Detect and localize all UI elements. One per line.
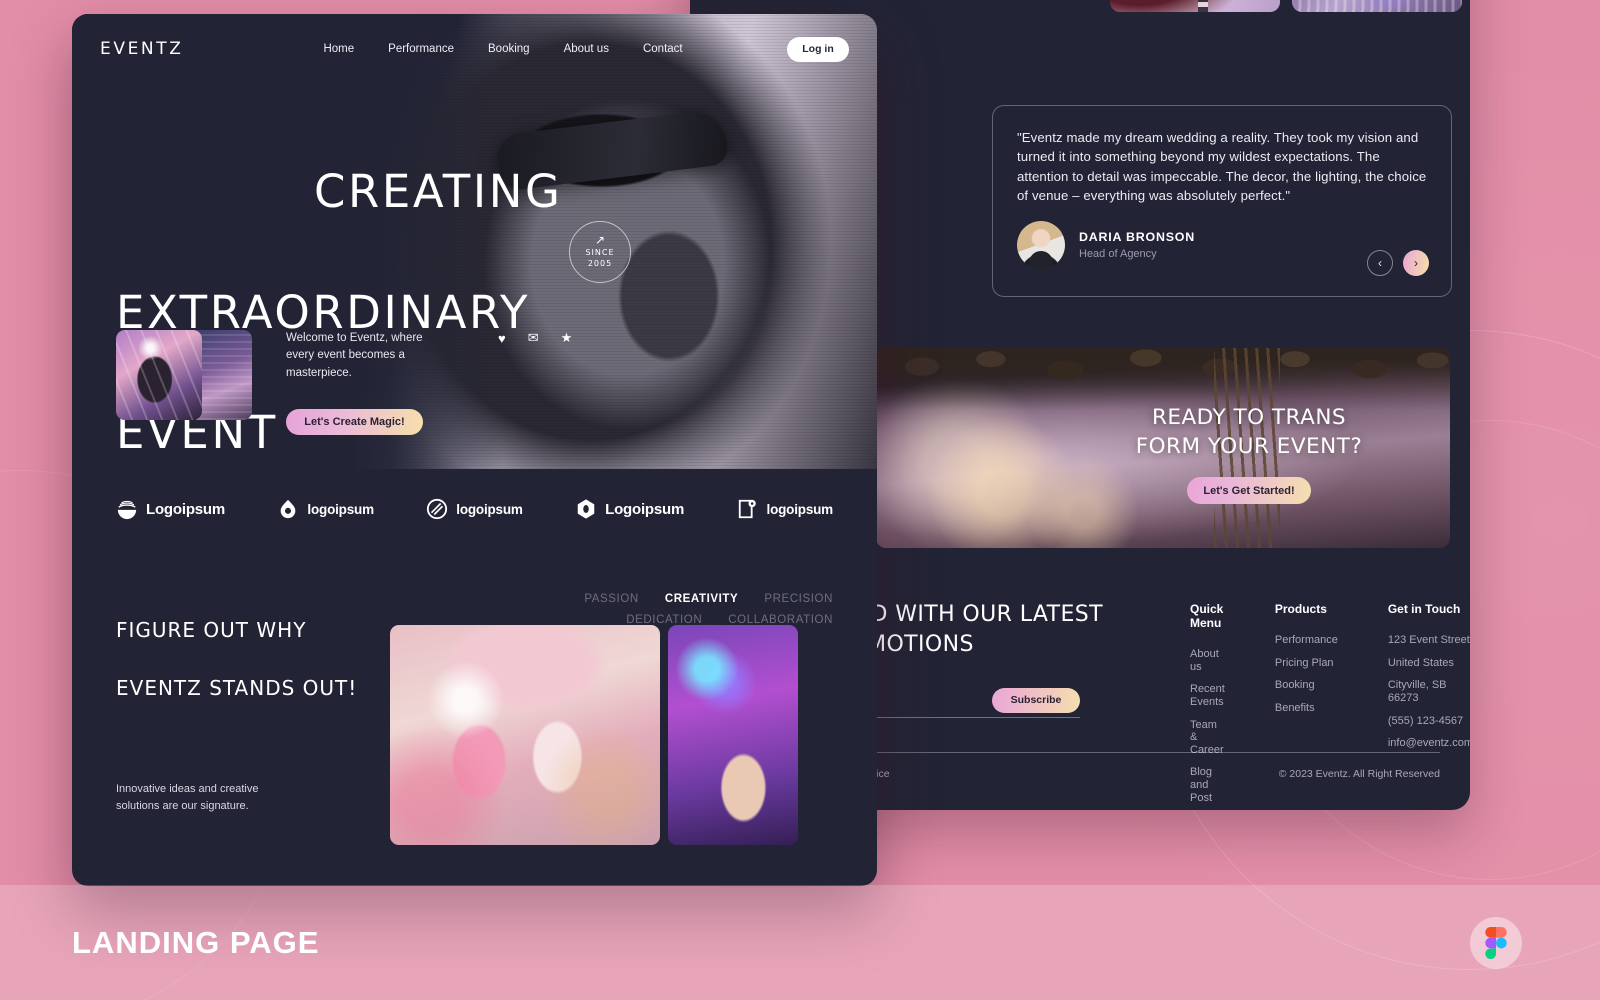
cta-foliage-decoration — [876, 348, 1450, 410]
gallery-peek — [1110, 0, 1462, 12]
partner-logo-label: Logoipsum — [146, 500, 226, 518]
footer-address-line: 123 Event Street — [1387, 634, 1470, 646]
nav-link-booking[interactable]: Booking — [488, 43, 530, 55]
section-title: FIGURE OUT WHY EVENTZ STANDS OUT! — [116, 587, 357, 703]
mail-icon[interactable]: ✉ — [528, 330, 539, 346]
testimonial-nav: ‹ › — [1367, 250, 1429, 276]
nav-link-contact[interactable]: Contact — [643, 43, 683, 55]
landing-page-card: EVENTZ Home Performance Booking About us… — [72, 14, 877, 886]
hero-section: EVENTZ Home Performance Booking About us… — [72, 14, 877, 469]
footer-link[interactable]: Booking — [1275, 679, 1338, 692]
figure-gallery-image-2[interactable] — [668, 625, 798, 845]
nav-link-performance[interactable]: Performance — [388, 43, 454, 55]
testimonial-author-block: DARIA BRONSON Head of Agency — [1017, 221, 1427, 270]
footer-link[interactable]: Performance — [1275, 634, 1338, 647]
square-dot-icon — [738, 499, 756, 519]
footer-link[interactable]: Benefits — [1275, 702, 1338, 715]
partner-logo-label: logoipsum — [766, 501, 834, 517]
figma-icon — [1485, 926, 1507, 959]
nav-link-home[interactable]: Home — [323, 43, 354, 55]
testimonial-card: "Eventz made my dream wedding a reality.… — [992, 105, 1452, 297]
footer-heading: Products — [1274, 602, 1327, 616]
nav-links: Home Performance Booking About us Contac… — [323, 43, 682, 55]
section-title-line-1: FIGURE OUT WHY — [116, 618, 307, 642]
partner-logo-1[interactable]: Logoipsum — [116, 498, 225, 520]
cta-title-line-2: FORM YOUR EVENT? — [1135, 433, 1363, 459]
footer-link[interactable]: Team & Career — [1190, 719, 1225, 757]
waves-bowl-icon — [117, 500, 137, 520]
figure-note: Innovative ideas and creative solutions … — [116, 783, 259, 812]
section-title-line-2: EVENTZ STANDS OUT! — [116, 676, 358, 700]
footer-link[interactable]: Pricing Plan — [1275, 657, 1338, 670]
figure-gallery-image-1[interactable] — [390, 625, 660, 845]
partner-logo-4[interactable]: Logoipsum — [575, 498, 684, 520]
hero-thumbnail-2[interactable] — [196, 329, 252, 420]
tag-precision[interactable]: PRECISION — [764, 593, 833, 605]
subscribe-button[interactable]: Subscribe — [992, 687, 1080, 713]
figure-gallery — [390, 625, 798, 845]
arrow-up-right-icon: ↗ — [594, 233, 606, 248]
footer-address-line: Cityville, SB 66273 — [1387, 679, 1447, 704]
testimonial-quote: "Eventz made my dream wedding a reality.… — [1017, 130, 1427, 203]
cta-banner-title: READY TO TRANS FORM YOUR EVENT? — [1084, 404, 1414, 461]
since-year: 2005 — [587, 259, 613, 268]
cta-banner: READY TO TRANS FORM YOUR EVENT? Let's Ge… — [876, 348, 1450, 548]
heart-icon[interactable]: ♥ — [498, 331, 506, 346]
carousel-prev-icon[interactable]: ‹ — [1367, 250, 1393, 276]
figma-badge — [1470, 916, 1522, 969]
star-icon[interactable]: ★ — [561, 330, 573, 346]
droplet-icon — [281, 499, 296, 519]
tag-creativity[interactable]: CREATIVITY — [665, 593, 739, 605]
figure-out-why-section: FIGURE OUT WHY EVENTZ STANDS OUT! PASSIO… — [72, 549, 877, 845]
cta-title-line-1: READY TO TRANS — [1151, 405, 1347, 430]
hero-social-icons: ♥ ✉ ★ — [498, 330, 572, 349]
avatar — [1017, 221, 1065, 270]
copyright-text: © 2023 Eventz. All Right Reserved — [1278, 768, 1440, 780]
tag-passion[interactable]: PASSION — [584, 593, 638, 605]
partner-logos-strip: Logoipsum logoipsum logoipsum Logoipsum — [72, 469, 877, 549]
hexagon-icon — [577, 499, 595, 519]
create-magic-button[interactable]: Let's Create Magic! — [286, 409, 423, 435]
gallery-image-1 — [1110, 0, 1280, 12]
partner-logo-3[interactable]: logoipsum — [426, 498, 523, 520]
testimonial-author-role: Head of Agency — [1079, 248, 1157, 261]
circle-slash-icon — [427, 498, 448, 520]
get-started-button[interactable]: Let's Get Started! — [1187, 477, 1311, 505]
hero-bottom-row: Welcome to Eventz, where every event bec… — [116, 329, 572, 435]
footer-link[interactable]: Recent Events — [1190, 683, 1225, 708]
brand-logo[interactable]: EVENTZ — [100, 39, 183, 59]
partner-logo-label: Logoipsum — [605, 500, 685, 518]
hero-thumbnail-1[interactable] — [116, 329, 202, 420]
hero-title-line-1: CREATING — [314, 165, 563, 219]
footer-link[interactable]: About us — [1190, 648, 1225, 673]
footer-heading: Quick Menu — [1190, 602, 1224, 630]
partner-logo-label: logoipsum — [456, 501, 523, 517]
footer-heading: Get in Touch — [1387, 602, 1461, 616]
login-button[interactable]: Log in — [787, 36, 849, 62]
since-label: SINCE — [585, 248, 615, 258]
since-badge[interactable]: ↗ SINCE 2005 — [569, 221, 631, 283]
hero-description: Welcome to Eventz, where every event bec… — [286, 331, 423, 380]
footer-email[interactable]: info@eventz.com — [1388, 737, 1470, 750]
footer-phone[interactable]: (555) 123-4567 — [1388, 715, 1470, 728]
partner-logo-5[interactable]: logoipsum — [737, 498, 833, 520]
bottom-label-bar: LANDING PAGE — [0, 885, 1600, 1000]
gallery-image-2 — [1292, 0, 1462, 12]
nav-link-about-us[interactable]: About us — [564, 43, 609, 55]
page-label: LANDING PAGE — [72, 924, 320, 960]
partner-logo-label: logoipsum — [307, 501, 374, 517]
hero-thumbnails — [116, 329, 252, 420]
partner-logo-2[interactable]: logoipsum — [277, 498, 374, 520]
carousel-next-icon[interactable]: › — [1403, 250, 1429, 276]
testimonial-author-name: DARIA BRONSON — [1079, 230, 1195, 245]
footer-address-line: United States — [1387, 656, 1454, 669]
top-navigation: EVENTZ Home Performance Booking About us… — [72, 14, 877, 84]
